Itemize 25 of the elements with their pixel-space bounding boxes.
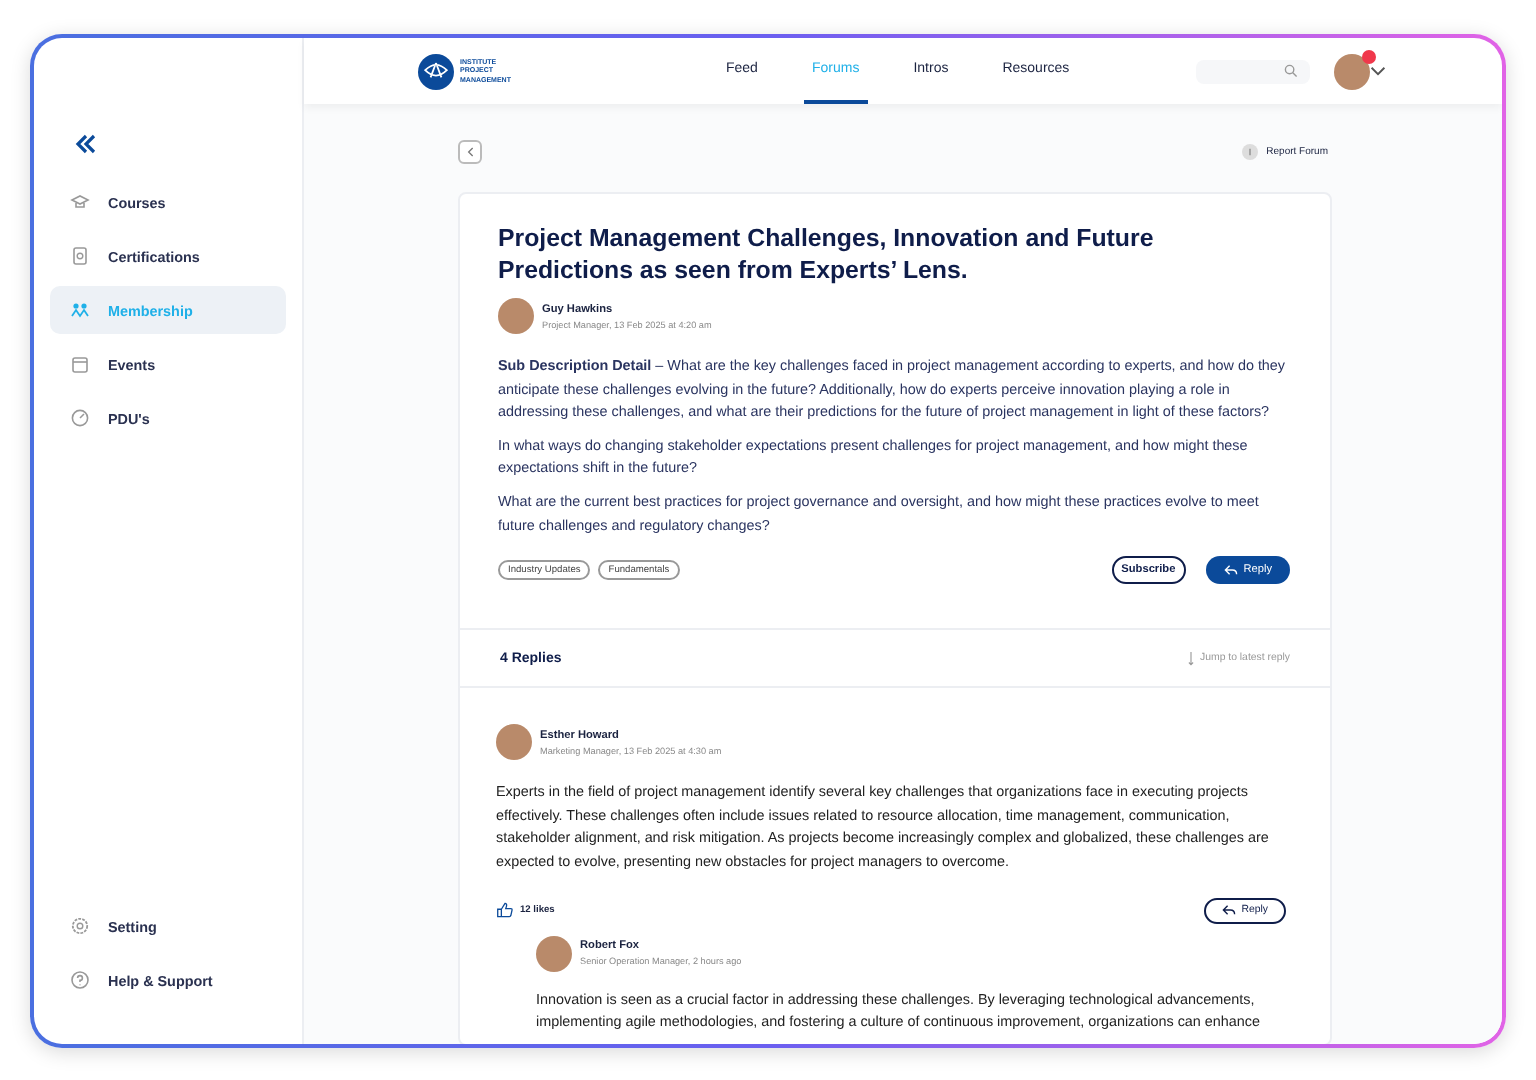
reply-icon bbox=[1221, 904, 1236, 917]
logo-icon bbox=[418, 53, 454, 89]
calendar-icon bbox=[70, 354, 90, 374]
double-chevron-icon[interactable] bbox=[74, 134, 98, 154]
graduation-cap-icon bbox=[70, 192, 90, 212]
search-field[interactable] bbox=[1196, 59, 1310, 83]
chevron-left-icon bbox=[466, 146, 474, 158]
avatar bbox=[496, 724, 532, 761]
info-icon bbox=[1242, 144, 1259, 160]
avatar bbox=[498, 298, 534, 334]
notification-badge bbox=[1362, 49, 1376, 63]
help-icon bbox=[70, 970, 90, 990]
settings-icon bbox=[70, 916, 90, 936]
arrow-down-icon bbox=[1188, 651, 1195, 666]
avatar bbox=[536, 935, 572, 972]
search-icon bbox=[1284, 64, 1298, 78]
post-title: Project Management Challenges, Innovation and Future Predictions as seen from Experts’ Lens. bbox=[498, 222, 1156, 286]
back-button[interactable] bbox=[458, 140, 482, 164]
thumbs-up-icon[interactable] bbox=[496, 902, 514, 919]
people-icon bbox=[70, 300, 90, 320]
certificate-icon bbox=[70, 246, 90, 266]
chevron-down-icon[interactable] bbox=[1370, 66, 1386, 76]
reply-icon bbox=[1223, 564, 1238, 577]
avatar[interactable] bbox=[1334, 53, 1370, 89]
gauge-icon bbox=[70, 408, 90, 428]
